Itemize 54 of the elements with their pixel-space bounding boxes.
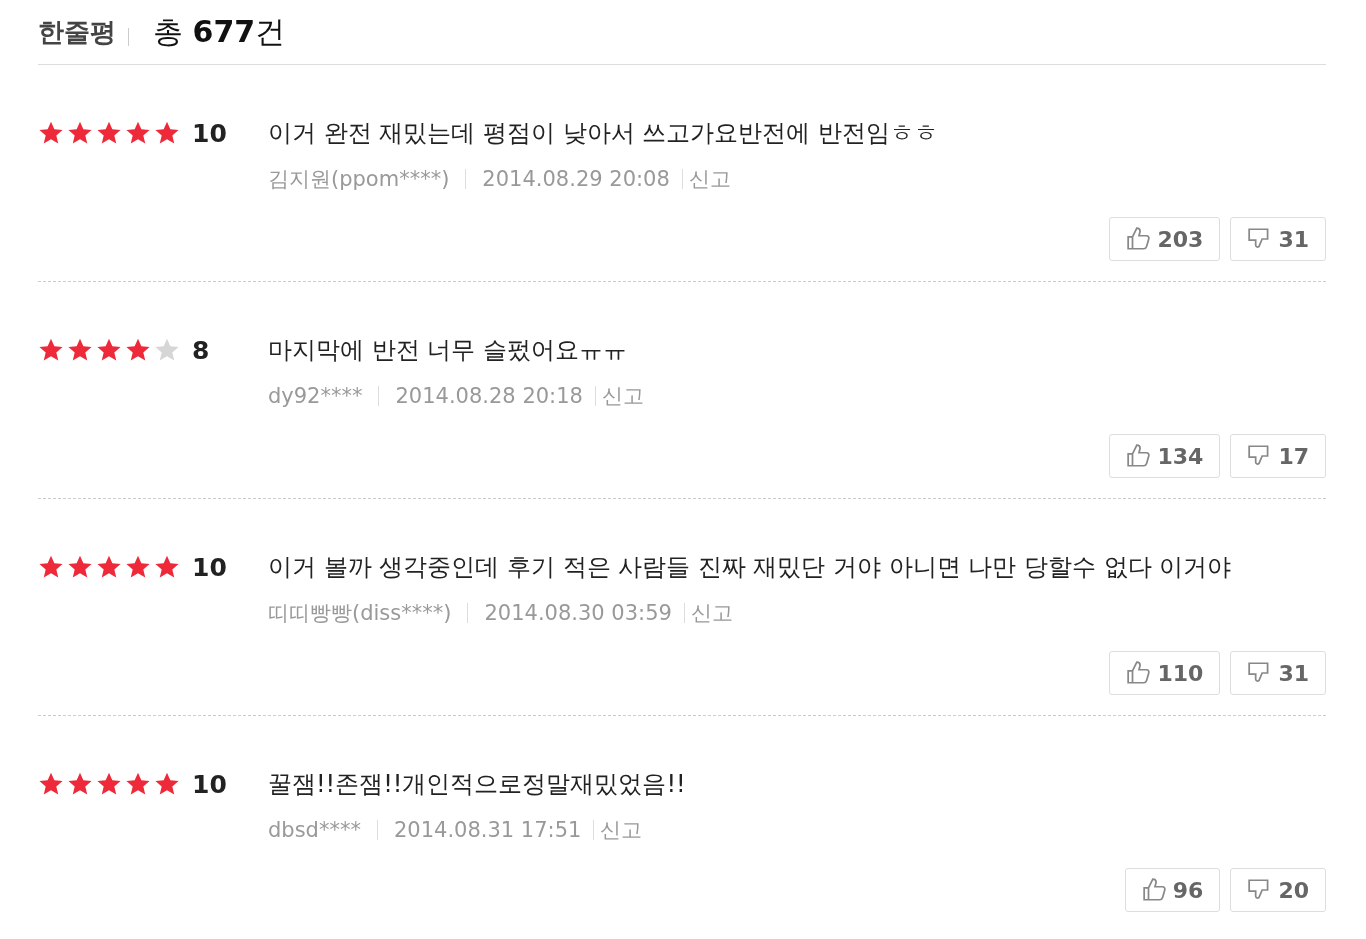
- thumbs-up-icon: [1126, 660, 1153, 686]
- review-text: 이거 완전 재밌는데 평점이 낮아서 쓰고가요반전에 반전임ㅎㅎ: [268, 118, 939, 149]
- star-icon: [67, 554, 93, 580]
- star-icon: [96, 771, 122, 797]
- dislike-button[interactable]: 31: [1230, 651, 1326, 695]
- thumbs-up-icon: [1126, 443, 1153, 469]
- star-icon: [154, 771, 180, 797]
- author-name: 띠띠빵빵(diss****): [268, 600, 452, 627]
- dislike-button[interactable]: 31: [1230, 217, 1326, 261]
- like-button[interactable]: 96: [1124, 868, 1221, 912]
- report-link[interactable]: 신고: [600, 816, 643, 844]
- star-icon: [125, 120, 151, 146]
- review-date: 2014.08.31 17:51: [393, 818, 582, 842]
- review-date: 2014.08.29 20:08: [482, 167, 670, 191]
- star-icon: [67, 771, 93, 797]
- review-text: 이거 볼까 생각중인데 후기 적은 사람들 진짜 재밌단 거야 아니면 나만 당할수 없다 이거야: [268, 552, 1233, 583]
- total-count: 총 677건: [153, 12, 286, 51]
- rating-score: 10: [192, 118, 227, 148]
- review-date: 2014.08.30 03:59: [484, 601, 672, 625]
- star-icon: [125, 554, 151, 580]
- like-button[interactable]: 110: [1109, 651, 1221, 695]
- author-name: dy92****: [268, 384, 363, 408]
- thumbs-up-icon: [1126, 226, 1153, 252]
- star-icon: [154, 337, 180, 363]
- review-date: 2014.08.28 20:18: [395, 384, 583, 408]
- star-icon: [38, 120, 64, 146]
- review-text: 마지막에 반전 너무 슬펐어요ㅠㅠ: [268, 335, 628, 366]
- star-icon: [38, 337, 64, 363]
- rating-score: 10: [192, 769, 227, 799]
- report-link[interactable]: 신고: [601, 382, 644, 410]
- review-text: 꿀잼!!존잼!!개인적으로정말재밌었음!!: [268, 769, 687, 800]
- section-title: 한줄평: [38, 15, 116, 49]
- author-name: 김지원(ppom****): [268, 166, 450, 193]
- dislike-button[interactable]: 17: [1230, 434, 1326, 478]
- star-icon: [154, 120, 180, 146]
- rating-score: 10: [192, 552, 227, 582]
- star-icon: [67, 120, 93, 146]
- star-icon: [125, 337, 151, 363]
- report-link[interactable]: 신고: [688, 165, 731, 193]
- star-icon: [96, 120, 122, 146]
- report-link[interactable]: 신고: [690, 599, 733, 627]
- star-icon: [154, 554, 180, 580]
- like-button[interactable]: 203: [1109, 217, 1221, 261]
- star-icon: [67, 337, 93, 363]
- star-icon: [38, 771, 64, 797]
- star-icon: [38, 554, 64, 580]
- star-icon: [96, 337, 122, 363]
- thumbs-up-icon: [1141, 877, 1168, 903]
- like-button[interactable]: 134: [1109, 434, 1221, 478]
- star-icon: [125, 771, 151, 797]
- star-icon: [96, 554, 122, 580]
- dislike-button[interactable]: 20: [1230, 868, 1326, 912]
- author-name: dbsd****: [268, 818, 361, 842]
- rating-score: 8: [192, 335, 210, 365]
